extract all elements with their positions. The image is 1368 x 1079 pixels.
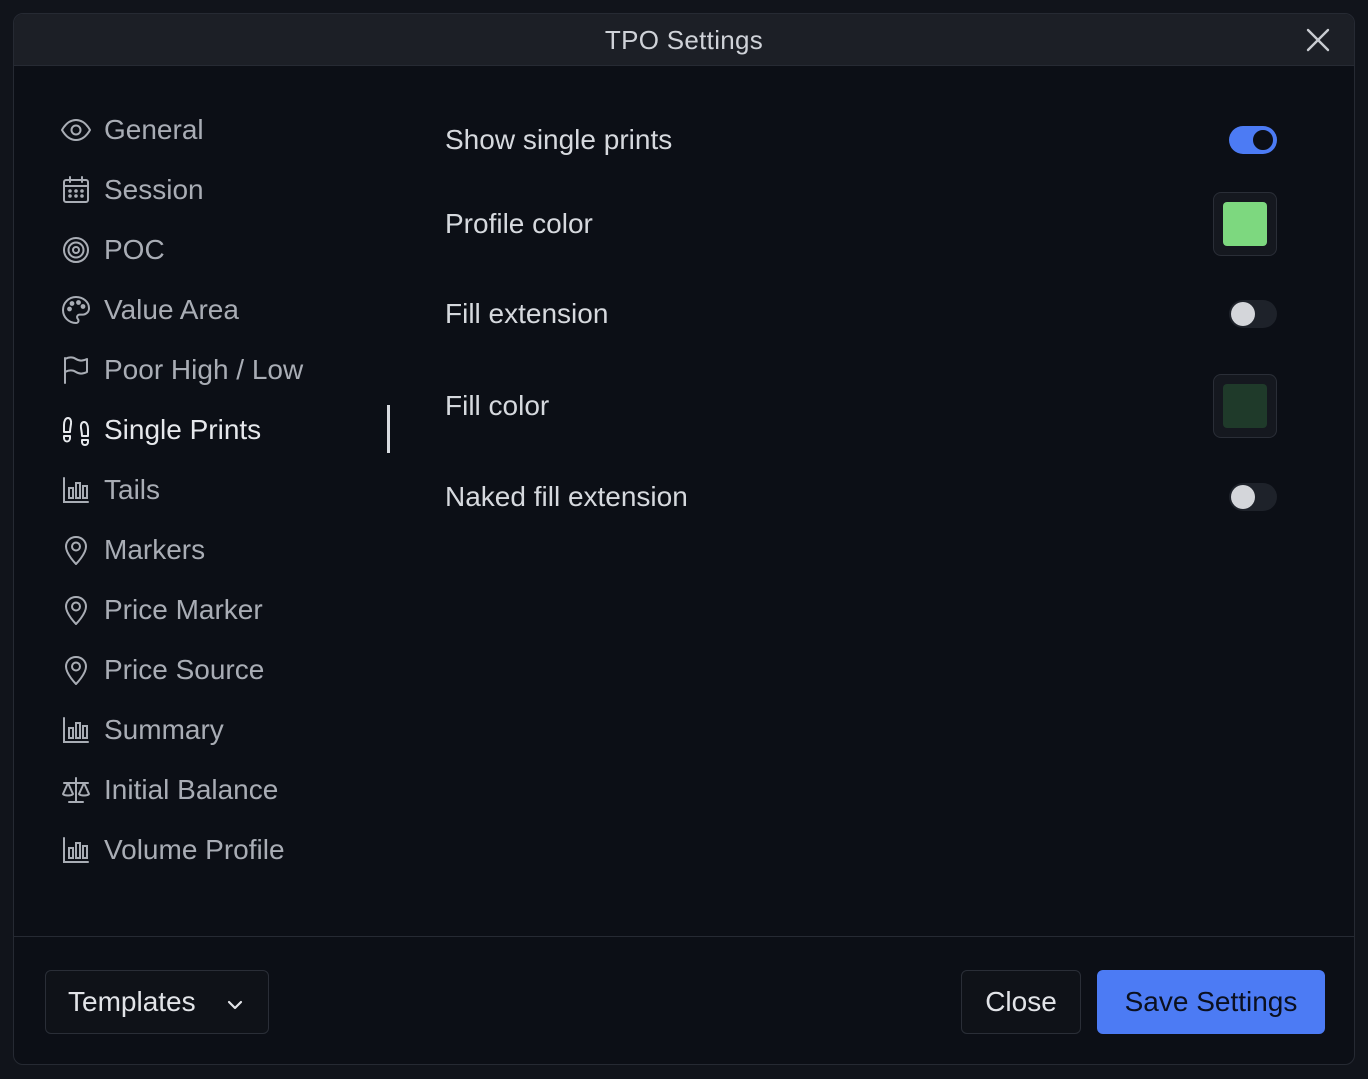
setting-row-show-single-prints: Show single prints: [445, 104, 1277, 176]
naked-fill-extension-toggle[interactable]: [1229, 483, 1277, 511]
target-icon: [60, 234, 92, 266]
map-pin-icon: [60, 534, 92, 566]
toggle-knob: [1231, 485, 1255, 509]
sidebar-item-label: Markers: [104, 534, 206, 565]
setting-row-fill-color: Fill color: [445, 358, 1277, 454]
map-pin-icon: [60, 594, 92, 626]
sidebar-item-label: Price Source: [104, 654, 265, 685]
dialog-footer: Templates Close Save Settings: [14, 936, 1354, 1064]
sidebar-item-volume-profile[interactable]: Volume Profile: [60, 820, 390, 880]
map-pin-icon: [60, 654, 92, 686]
sidebar-item-label: General: [104, 114, 204, 145]
sidebar-item-value-area[interactable]: Value Area: [60, 280, 390, 340]
sidebar-item-poor-high-low[interactable]: Poor High / Low: [60, 340, 390, 400]
sidebar-item-markers[interactable]: Markers: [60, 520, 390, 580]
bar-chart-icon: [60, 834, 92, 866]
sidebar-item-tails[interactable]: Tails: [60, 460, 390, 520]
fill-color-picker[interactable]: [1213, 374, 1277, 438]
sidebar-item-single-prints[interactable]: Single Prints: [60, 400, 390, 460]
setting-row-profile-color: Profile color: [445, 178, 1277, 270]
profile-color-label: Profile color: [445, 208, 593, 239]
profile-color-swatch: [1223, 202, 1267, 246]
sidebar-item-label: Initial Balance: [104, 774, 279, 805]
sidebar-item-label: Price Marker: [104, 594, 263, 625]
close-icon[interactable]: [1302, 24, 1334, 56]
close-button[interactable]: Close: [961, 970, 1081, 1034]
naked-fill-extension-label: Naked fill extension: [445, 481, 688, 512]
sidebar-item-label: Summary: [104, 714, 224, 745]
sidebar-item-label: Poor High / Low: [104, 354, 304, 385]
sidebar-item-label: POC: [104, 234, 165, 265]
show-single-prints-toggle[interactable]: [1229, 126, 1277, 154]
save-settings-button[interactable]: Save Settings: [1097, 970, 1325, 1034]
chevron-down-icon: [224, 991, 246, 1013]
sidebar-item-label: Tails: [104, 474, 161, 505]
palette-icon: [60, 294, 92, 326]
profile-color-picker[interactable]: [1213, 192, 1277, 256]
flag-icon: [60, 354, 92, 386]
setting-row-naked-fill-extension: Naked fill extension: [445, 454, 1277, 540]
footprints-icon: [60, 414, 92, 446]
fill-color-swatch: [1223, 384, 1267, 428]
settings-content: Show single prints Profile color Fill ex…: [445, 104, 1277, 540]
sidebar-item-initial-balance[interactable]: Initial Balance: [60, 760, 390, 820]
sidebar-item-label: Volume Profile: [104, 834, 285, 865]
tpo-settings-dialog: TPO Settings General Session POC Value A…: [13, 13, 1355, 1065]
settings-sidebar: General Session POC Value Area Poor High…: [60, 100, 390, 880]
dialog-title: TPO Settings: [604, 25, 764, 55]
sidebar-item-label: Single Prints: [104, 414, 262, 445]
sidebar-item-session[interactable]: Session: [60, 160, 390, 220]
bar-chart-icon: [60, 474, 92, 506]
scale-icon: [60, 774, 92, 806]
sidebar-item-price-source[interactable]: Price Source: [60, 640, 390, 700]
fill-extension-toggle[interactable]: [1229, 300, 1277, 328]
bar-chart-icon: [60, 714, 92, 746]
active-indicator: [387, 405, 390, 453]
dialog-titlebar: TPO Settings: [14, 14, 1354, 66]
toggle-knob: [1253, 130, 1273, 150]
toggle-knob: [1231, 302, 1255, 326]
sidebar-item-price-marker[interactable]: Price Marker: [60, 580, 390, 640]
sidebar-item-summary[interactable]: Summary: [60, 700, 390, 760]
sidebar-item-label: Value Area: [104, 294, 239, 325]
templates-dropdown[interactable]: Templates: [45, 970, 269, 1034]
sidebar-item-general[interactable]: General: [60, 100, 390, 160]
fill-color-label: Fill color: [445, 390, 550, 421]
calendar-icon: [60, 174, 92, 206]
show-single-prints-label: Show single prints: [445, 124, 673, 155]
eye-icon: [60, 114, 92, 146]
templates-label: Templates: [68, 986, 196, 1017]
sidebar-item-poc[interactable]: POC: [60, 220, 390, 280]
setting-row-fill-extension: Fill extension: [445, 270, 1277, 358]
fill-extension-label: Fill extension: [445, 298, 609, 329]
sidebar-item-label: Session: [104, 174, 204, 205]
